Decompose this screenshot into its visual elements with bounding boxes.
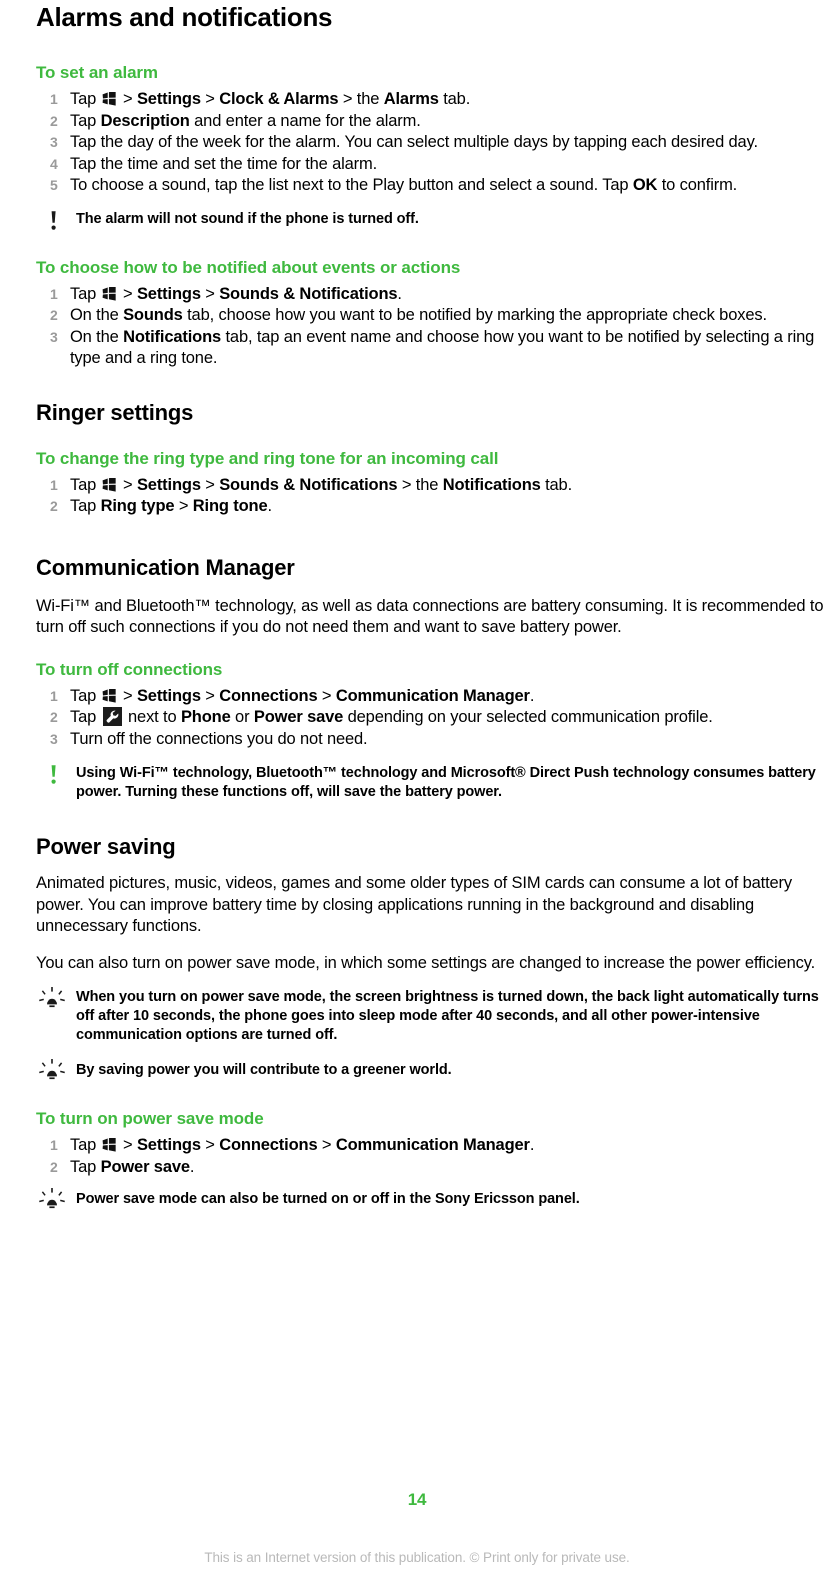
list-item: To choose a sound, tap the list next to … (50, 175, 738, 196)
list-item: On the Sounds tab, choose how you want t… (50, 305, 767, 326)
emphasis-text: Power save (253, 708, 344, 726)
steps-to-change-ring-type: Tap > Settings > Sounds & Notifications … (36, 475, 828, 518)
emphasis-text: Power save (100, 1157, 190, 1176)
emphasis-text: Phone (180, 708, 231, 726)
emphasis-text: Settings (136, 284, 201, 303)
emphasis-text: Settings (136, 90, 201, 108)
steps-to-turn-on-power-save-mode: Tap > Settings > Connections > Communica… (36, 1135, 828, 1178)
list-item: On the Notifications tab, tap an event n… (50, 327, 815, 368)
emphasis-text: Communication Manager (335, 1136, 530, 1154)
list-item: Tap the time and set the time for the al… (50, 154, 378, 175)
heading-to-change-ring-type: To change the ring type and ring tone fo… (36, 448, 499, 468)
tip-callout-power-save-mode: When you turn on power save mode, the sc… (6, 987, 828, 1045)
emphasis-text: Settings (136, 686, 201, 705)
lightbulb-icon (38, 1188, 66, 1210)
power-saving-paragraph-2: You can also turn on power save mode, in… (36, 953, 816, 972)
list-item: Tap > Settings > Sounds & Notifications … (50, 475, 573, 496)
list-item: Tap > Settings > Connections > Communica… (50, 1135, 535, 1156)
list-item: Tap > Settings > Clock & Alarms > the Al… (50, 89, 471, 110)
list-item: Tap > Settings > Connections > Communica… (50, 686, 535, 707)
tip-text: Power save mode can also be turned on or… (76, 1191, 580, 1207)
heading-to-set-an-alarm: To set an alarm (36, 63, 158, 82)
emphasis-text: Sounds (123, 306, 183, 324)
note-text: The alarm will not sound if the phone is… (76, 210, 419, 227)
windows-start-icon (102, 285, 117, 301)
emphasis-text: Connections (219, 686, 318, 705)
list-item: Tap Power save. (50, 1157, 195, 1178)
emphasis-text: Ring type (100, 497, 175, 515)
emphasis-text: OK (632, 176, 658, 194)
list-item: Tap > Settings > Sounds & Notifications. (50, 284, 402, 305)
lightbulb-icon (38, 1059, 66, 1081)
emphasis-text: Alarms (383, 90, 439, 108)
list-item: Tap Ring type > Ring tone. (50, 496, 272, 517)
exclamation-icon (42, 764, 68, 786)
emphasis-text: Ring tone (192, 497, 268, 515)
heading-to-choose-how-to-be-notified: To choose how to be notified about event… (36, 257, 461, 277)
emphasis-text: Settings (136, 1136, 201, 1154)
emphasis-text: Notifications (442, 475, 541, 494)
emphasis-text: Communication Manager (335, 686, 530, 705)
list-item: Tap next to Phone or Power save dependin… (50, 707, 713, 728)
windows-start-icon (102, 476, 117, 492)
steps-to-set-an-alarm: Tap > Settings > Clock & Alarms > the Al… (36, 89, 828, 197)
emphasis-text: Sounds & Notifications (219, 475, 398, 494)
heading-power-saving: Power saving (36, 834, 176, 859)
comm-manager-intro: Wi-Fi™ and Bluetooth™ technology, as wel… (36, 596, 824, 637)
emphasis-text: Description (100, 111, 190, 130)
note-text: Using Wi-Fi™ technology, Bluetooth™ tech… (76, 765, 816, 800)
emphasis-text: Sounds & Notifications (219, 284, 398, 303)
document-page: Alarms and notifications To set an alarm… (0, 0, 834, 1588)
emphasis-text: Connections (219, 1136, 318, 1154)
steps-to-turn-off-connections: Tap > Settings > Connections > Communica… (36, 686, 828, 751)
tip-text: By saving power you will contribute to a… (76, 1062, 452, 1078)
wrench-icon (102, 707, 122, 726)
note-callout-comm-manager: Using Wi-Fi™ technology, Bluetooth™ tech… (36, 764, 828, 802)
heading-to-turn-off-connections: To turn off connections (36, 659, 223, 679)
list-item: Tap Description and enter a name for the… (50, 111, 421, 132)
lightbulb-icon (38, 987, 66, 1009)
page-title: Alarms and notifications (36, 2, 333, 32)
windows-start-icon (102, 1136, 117, 1152)
list-item: Tap the day of the week for the alarm. Y… (50, 132, 758, 153)
windows-start-icon (102, 687, 117, 703)
tip-callout-sony-ericsson-panel: Power save mode can also be turned on or… (6, 1188, 828, 1210)
footer-notice: This is an Internet version of this publ… (204, 1550, 630, 1565)
heading-communication-manager: Communication Manager (36, 554, 295, 580)
emphasis-text: Clock & Alarms (219, 90, 339, 108)
power-saving-paragraph-1: Animated pictures, music, videos, games … (36, 874, 792, 935)
heading-ringer-settings: Ringer settings (36, 399, 194, 425)
page-number: 14 (407, 1490, 427, 1509)
steps-to-choose-how-to-be-notified: Tap > Settings > Sounds & Notifications.… (36, 284, 828, 370)
list-item: Turn off the connections you do not need… (50, 729, 368, 750)
tip-callout-greener-world: By saving power you will contribute to a… (6, 1059, 828, 1081)
exclamation-icon (42, 210, 68, 232)
emphasis-text: Settings (136, 475, 201, 494)
heading-to-turn-on-power-save-mode: To turn on power save mode (36, 1109, 264, 1128)
emphasis-text: Notifications (123, 327, 222, 346)
tip-text: When you turn on power save mode, the sc… (76, 989, 819, 1043)
note-callout-alarm: The alarm will not sound if the phone is… (36, 210, 828, 232)
windows-start-icon (102, 90, 117, 106)
